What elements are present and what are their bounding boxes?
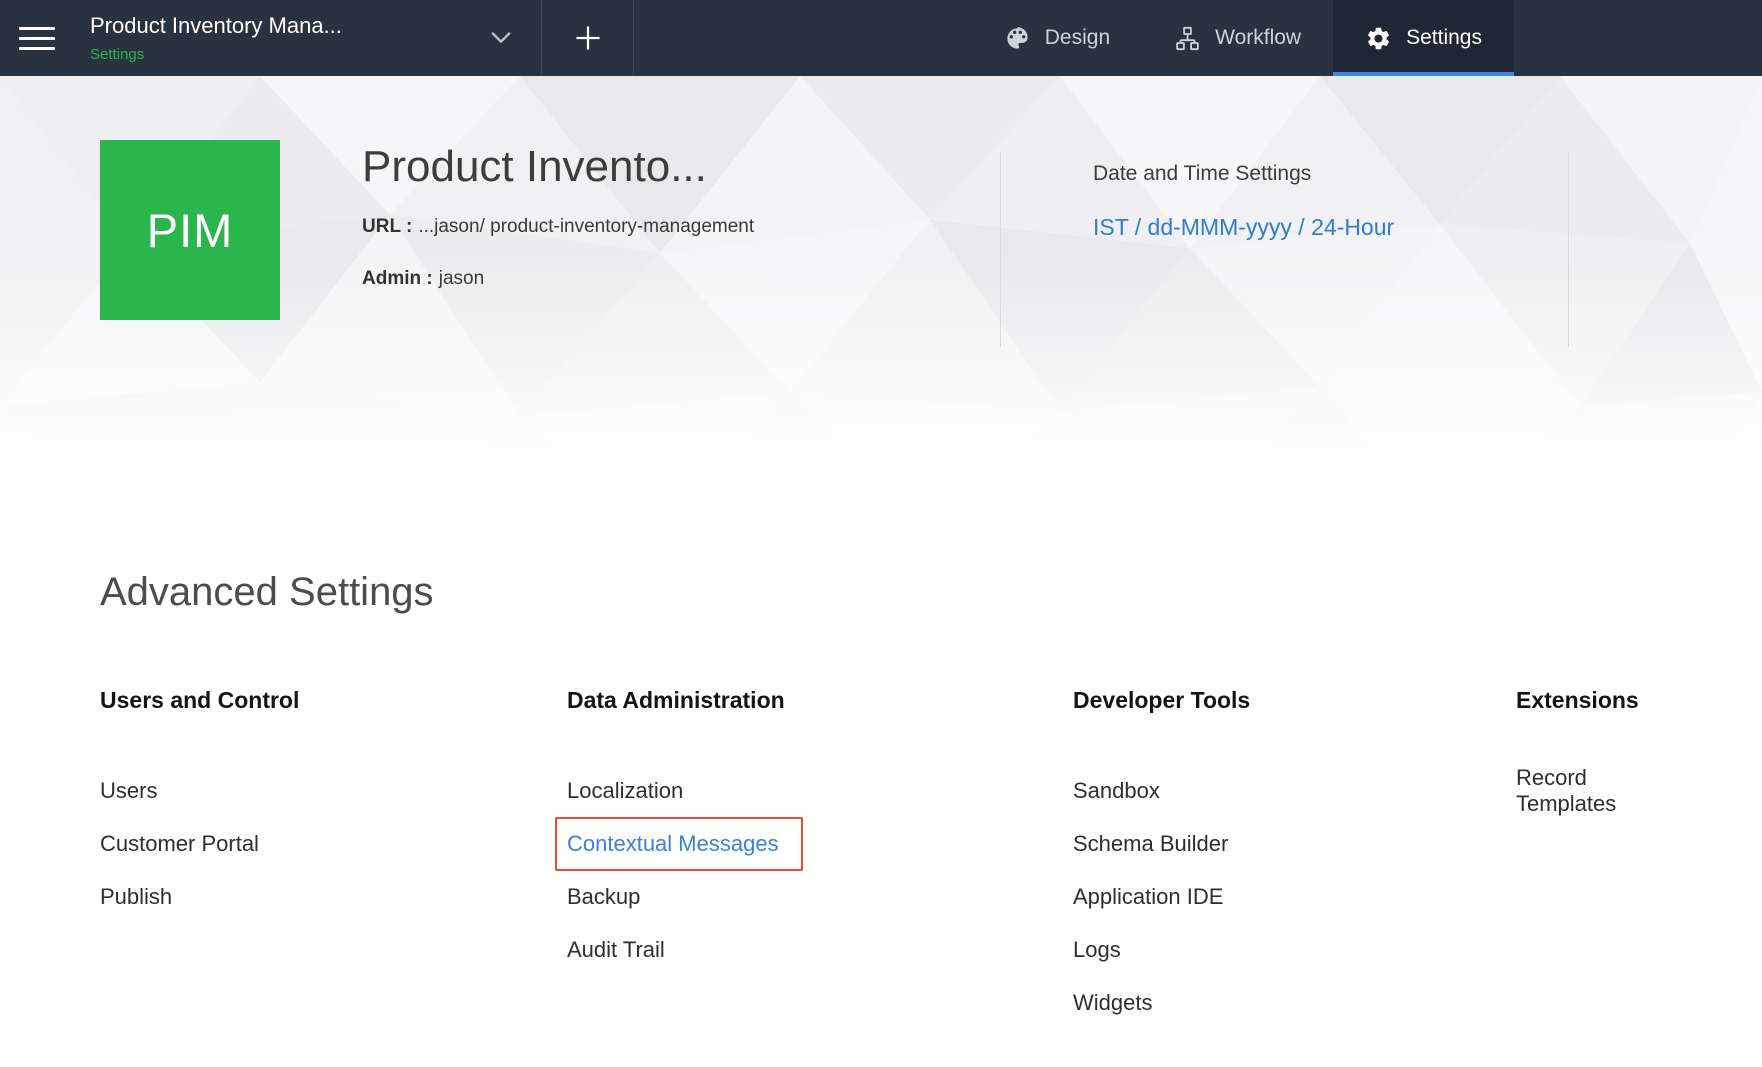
- settings-link-audit-trail[interactable]: Audit Trail: [567, 937, 665, 963]
- settings-link-widgets[interactable]: Widgets: [1073, 990, 1152, 1016]
- datetime-settings-block: Date and Time Settings IST / dd-MMM-yyyy…: [1093, 140, 1438, 241]
- column-title: Developer Tools: [1073, 687, 1516, 714]
- vertical-divider: [1000, 152, 1001, 347]
- settings-link-localization[interactable]: Localization: [567, 778, 683, 804]
- settings-link-record-templates[interactable]: Record Templates: [1516, 765, 1662, 817]
- settings-link-schema-builder[interactable]: Schema Builder: [1073, 831, 1228, 857]
- column-items: Localization Contextual Messages Backup …: [567, 764, 1073, 976]
- column-extensions: Extensions Record Templates: [1516, 687, 1662, 1029]
- settings-link-users[interactable]: Users: [100, 778, 157, 804]
- settings-columns: Users and Control Users Customer Portal …: [100, 687, 1662, 1029]
- nav-label-settings: Settings: [1406, 26, 1482, 50]
- app-url-line: URL : ...jason/ product-inventory-managem…: [362, 216, 922, 238]
- settings-link-publish[interactable]: Publish: [100, 884, 172, 910]
- list-item: Widgets: [1073, 976, 1516, 1029]
- settings-link-backup[interactable]: Backup: [567, 884, 640, 910]
- datetime-settings-heading: Date and Time Settings: [1093, 162, 1438, 186]
- list-item: Publish: [100, 870, 567, 923]
- settings-link-customer-portal[interactable]: Customer Portal: [100, 831, 259, 857]
- app-switcher-labels: Product Inventory Mana... Settings: [90, 13, 342, 63]
- datetime-settings-link[interactable]: IST / dd-MMM-yyyy / 24-Hour: [1093, 214, 1394, 240]
- column-title: Data Administration: [567, 687, 1073, 714]
- app-header-content: PIM Product Invento... URL : ...jason/ pr…: [0, 76, 1762, 347]
- chevron-down-icon: [487, 23, 515, 51]
- list-item: Logs: [1073, 923, 1516, 976]
- column-users-and-control: Users and Control Users Customer Portal …: [100, 687, 567, 1029]
- list-item: Backup: [567, 870, 1073, 923]
- vertical-divider: [1568, 152, 1569, 347]
- column-developer-tools: Developer Tools Sandbox Schema Builder A…: [1073, 687, 1516, 1029]
- topbar: Product Inventory Mana... Settings Desig…: [0, 0, 1762, 76]
- app-admin-line: Admin : jason: [362, 268, 922, 290]
- app-switcher-chevron-button[interactable]: [483, 19, 519, 58]
- app-admin-label: Admin :: [362, 268, 433, 289]
- app-header-hero: PIM Product Invento... URL : ...jason/ pr…: [0, 76, 1762, 526]
- column-items: Record Templates: [1516, 764, 1662, 817]
- app-switcher[interactable]: Product Inventory Mana... Settings: [74, 0, 542, 76]
- list-item: Schema Builder: [1073, 817, 1516, 870]
- list-item: Application IDE: [1073, 870, 1516, 923]
- list-item: Customer Portal: [100, 817, 567, 870]
- list-item: Localization: [567, 764, 1073, 817]
- top-navigation: Design Workflow Settings: [972, 0, 1514, 76]
- nav-item-design[interactable]: Design: [972, 0, 1142, 76]
- nav-label-design: Design: [1045, 26, 1110, 50]
- list-item: Users: [100, 764, 567, 817]
- app-subtitle: Settings: [90, 46, 342, 63]
- app-meta: Product Invento... URL : ...jason/ produc…: [362, 140, 922, 320]
- annotation-highlight-box: Contextual Messages: [555, 817, 803, 871]
- settings-link-sandbox[interactable]: Sandbox: [1073, 778, 1160, 804]
- list-item: Record Templates: [1516, 764, 1662, 817]
- column-title: Users and Control: [100, 687, 567, 714]
- app-url-value: ...jason/ product-inventory-management: [418, 216, 754, 237]
- app-url-label: URL :: [362, 216, 412, 237]
- advanced-settings-section: Advanced Settings Users and Control User…: [0, 526, 1762, 1029]
- plus-icon: [572, 22, 604, 54]
- list-item: Audit Trail: [567, 923, 1073, 976]
- column-items: Users Customer Portal Publish: [100, 764, 567, 923]
- gear-icon: [1365, 25, 1392, 52]
- nav-item-workflow[interactable]: Workflow: [1142, 0, 1333, 76]
- settings-link-logs[interactable]: Logs: [1073, 937, 1121, 963]
- app-name-title: Product Invento...: [362, 142, 922, 192]
- column-data-administration: Data Administration Localization Context…: [567, 687, 1073, 1029]
- palette-icon: [1004, 25, 1031, 52]
- list-item: Sandbox: [1073, 764, 1516, 817]
- advanced-settings-heading: Advanced Settings: [100, 570, 1662, 615]
- list-item: Contextual Messages: [567, 817, 1073, 870]
- add-app-button[interactable]: [542, 0, 634, 76]
- column-title: Extensions: [1516, 687, 1662, 714]
- settings-link-application-ide[interactable]: Application IDE: [1073, 884, 1223, 910]
- app-admin-value: jason: [439, 268, 484, 289]
- settings-link-contextual-messages[interactable]: Contextual Messages: [567, 831, 779, 857]
- nav-label-workflow: Workflow: [1215, 26, 1301, 50]
- app-title: Product Inventory Mana...: [90, 13, 342, 39]
- column-items: Sandbox Schema Builder Application IDE L…: [1073, 764, 1516, 1029]
- hamburger-menu-icon: [19, 27, 55, 30]
- nav-item-settings[interactable]: Settings: [1333, 0, 1514, 76]
- workflow-icon: [1174, 25, 1201, 52]
- app-logo: PIM: [100, 140, 280, 320]
- hamburger-menu-button[interactable]: [0, 0, 74, 76]
